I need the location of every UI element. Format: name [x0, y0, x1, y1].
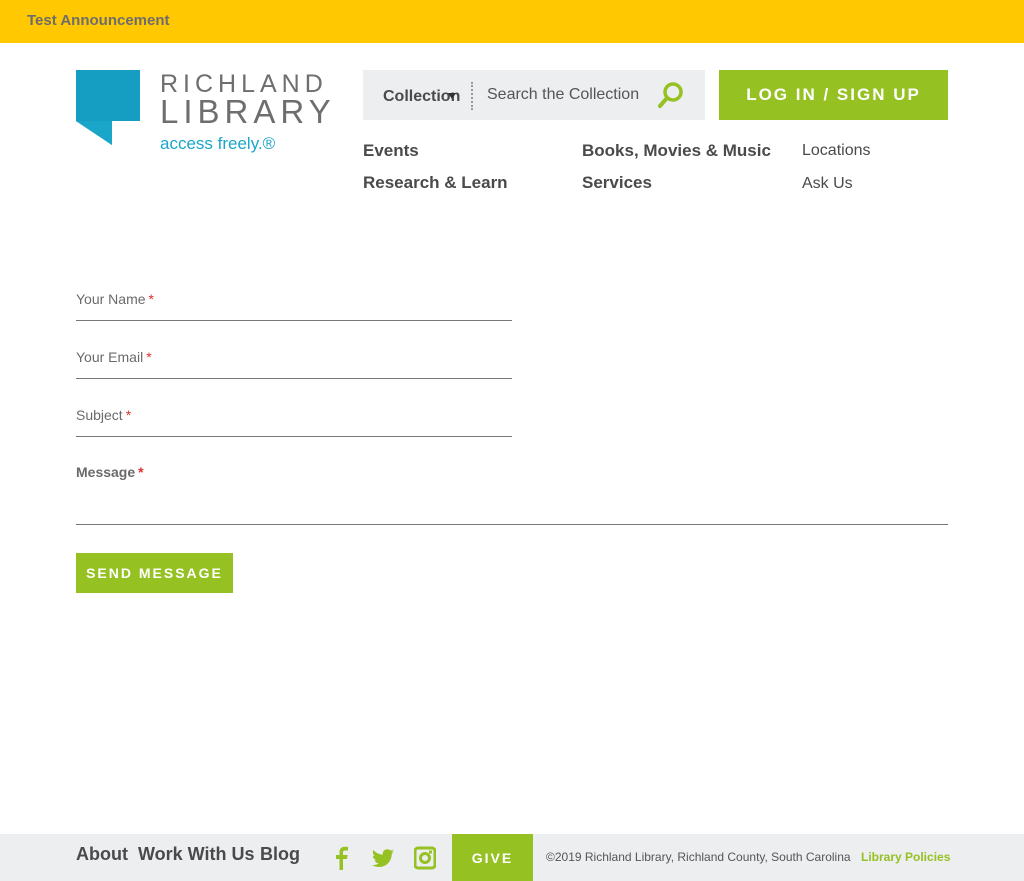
nav-item-research-learn[interactable]: Research & Learn [363, 173, 508, 193]
copyright-text: ©2019 Richland Library, Richland County,… [546, 850, 851, 864]
nav-item-books-movies-music[interactable]: Books, Movies & Music [582, 141, 771, 161]
announcement-text[interactable]: Test Announcement [27, 12, 170, 29]
message-label: Message * [76, 464, 144, 480]
name-field[interactable]: Your Name * [76, 291, 512, 321]
footer: About Work With Us Blog GIVE ©2019 Richl… [0, 834, 1024, 881]
announcement-bar: Test Announcement [0, 0, 1024, 43]
instagram-icon[interactable] [414, 846, 436, 870]
search-bar: Collection [363, 70, 705, 120]
search-input[interactable] [481, 82, 651, 108]
message-textarea[interactable] [76, 486, 948, 525]
email-input[interactable] [76, 349, 512, 378]
name-input[interactable] [76, 291, 512, 320]
search-icon[interactable] [657, 81, 685, 109]
footer-link-blog[interactable]: Blog [260, 844, 300, 865]
footer-link-about[interactable]: About [76, 844, 128, 865]
login-signup-button[interactable]: LOG IN / SIGN UP [719, 70, 948, 120]
subject-field[interactable]: Subject * [76, 407, 512, 437]
logo-mark-icon [76, 70, 140, 145]
logo-text-library: LIBRARY [160, 93, 336, 130]
nav-item-events[interactable]: Events [363, 141, 419, 161]
search-divider [471, 82, 473, 110]
twitter-icon[interactable] [371, 846, 395, 870]
email-field[interactable]: Your Email * [76, 349, 512, 379]
send-message-button[interactable]: SEND MESSAGE [76, 553, 233, 593]
facebook-icon[interactable] [330, 846, 352, 870]
footer-link-work-with-us[interactable]: Work With Us [138, 844, 255, 865]
caret-down-icon[interactable] [448, 93, 456, 99]
give-button[interactable]: GIVE [452, 834, 533, 881]
nav-item-ask-us[interactable]: Ask Us [802, 175, 853, 193]
required-marker: * [138, 464, 144, 480]
library-policies-link[interactable]: Library Policies [861, 850, 950, 864]
library-logo[interactable]: RICHLAND LIBRARY access freely.® [76, 70, 331, 160]
nav-item-services[interactable]: Services [582, 173, 652, 193]
nav-item-locations[interactable]: Locations [802, 142, 871, 160]
subject-input[interactable] [76, 407, 512, 436]
logo-tagline: access freely.® [160, 134, 276, 153]
